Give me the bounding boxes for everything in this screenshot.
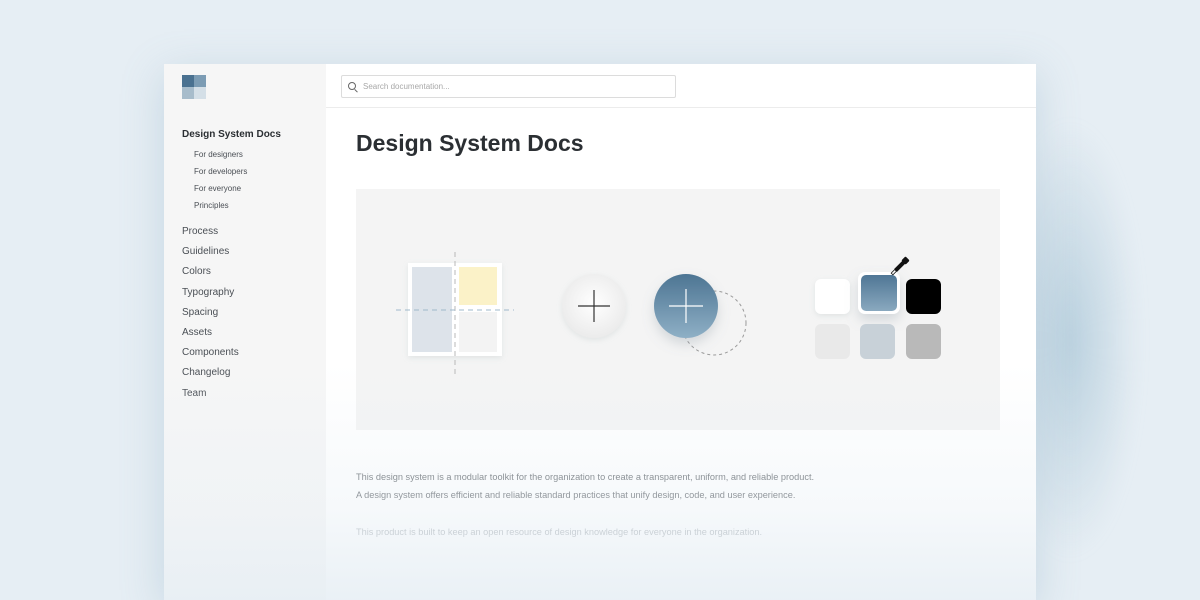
color-swatches [815,272,941,359]
sidebar-item-guidelines[interactable]: Guidelines [182,246,239,266]
sidebar-item-for-developers[interactable]: For developers [194,167,247,184]
hero-illustration [356,189,1000,430]
swatch-gray [906,324,941,359]
search-box[interactable] [341,75,676,98]
sidebar-item-for-designers[interactable]: For designers [194,150,247,167]
sidebar-item-assets[interactable]: Assets [182,327,239,347]
sidebar-main-list: Process Guidelines Colors Typography Spa… [182,226,239,408]
logo-icon[interactable] [182,75,206,99]
description-paragraph: A design system offers efficient and rel… [356,490,796,500]
top-bar [326,64,1036,108]
sidebar-item-process[interactable]: Process [182,226,239,246]
search-icon [348,82,356,90]
sidebar: Design System Docs For designers For dev… [164,64,326,600]
sidebar-item-for-everyone[interactable]: For everyone [194,184,247,201]
swatch-black [906,279,941,314]
sidebar-item-changelog[interactable]: Changelog [182,367,239,387]
docs-window: Design System Docs For designers For dev… [164,64,1036,600]
eyedropper-icon [890,256,910,276]
layout-grid-icon [396,252,514,375]
add-circle-active-icon [654,274,747,356]
sidebar-item-principles[interactable]: Principles [194,201,247,218]
swatch-white [815,279,850,314]
sidebar-item-components[interactable]: Components [182,347,239,367]
swatch-light-gray [815,324,850,359]
add-circle-icon [562,274,626,338]
sidebar-item-colors[interactable]: Colors [182,266,239,286]
sidebar-item-team[interactable]: Team [182,388,239,408]
sidebar-item-spacing[interactable]: Spacing [182,307,239,327]
description-paragraph: This design system is a modular toolkit … [356,472,815,482]
search-input[interactable] [363,78,663,95]
sidebar-sub-list: For designers For developers For everyon… [194,150,247,218]
sidebar-item-design-system-docs[interactable]: Design System Docs [182,129,281,140]
sidebar-item-typography[interactable]: Typography [182,287,239,307]
description-paragraph: This product is built to keep an open re… [356,527,763,537]
hero-illustration-svg [396,252,941,375]
swatch-blue-gray [860,324,895,359]
page-title: Design System Docs [356,130,584,156]
